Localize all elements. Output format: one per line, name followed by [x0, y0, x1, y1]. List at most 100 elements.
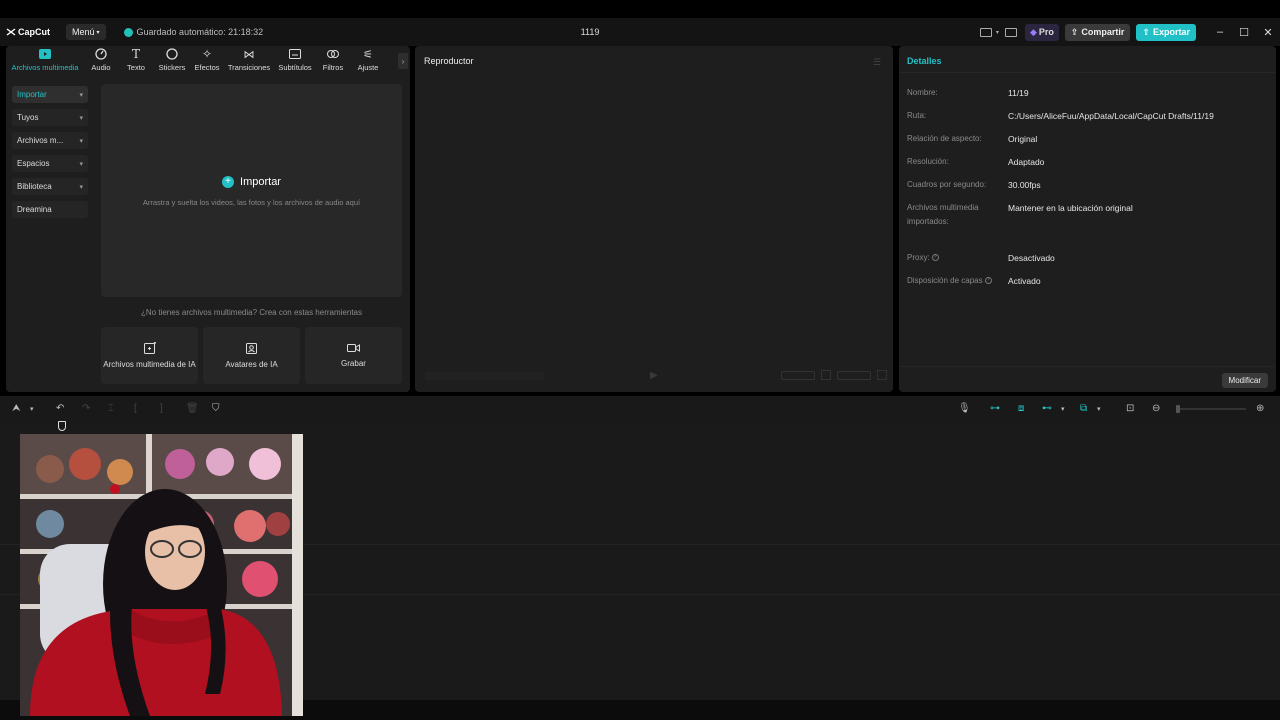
tab-filters[interactable]: Filtros: [316, 46, 350, 76]
crop-icon[interactable]: [821, 370, 831, 380]
quality-dropdown[interactable]: [781, 370, 815, 380]
import-button[interactable]: + Importar: [101, 176, 402, 188]
help-icon[interactable]: ?: [984, 277, 992, 285]
detail-key: Cuadros por segundo:: [907, 180, 987, 189]
sidebar-item-biblioteca[interactable]: Biblioteca ▾: [12, 178, 88, 195]
sidebar-item-tuyos[interactable]: Tuyos ▾: [12, 109, 88, 126]
export-button[interactable]: ⇧ Exportar: [1136, 23, 1196, 41]
layout-icon[interactable]: [979, 27, 992, 37]
play-icon[interactable]: ▶: [650, 370, 658, 381]
sidebar-item-archivos[interactable]: Archivos m... ▾: [12, 132, 88, 149]
fullscreen-icon[interactable]: [877, 370, 887, 380]
tab-label: Audio: [91, 63, 111, 72]
sidebar-item-label: Espacios: [17, 159, 50, 168]
microphone-icon[interactable]: 🎙: [958, 403, 971, 414]
record-card[interactable]: Grabar: [305, 327, 402, 384]
layout-chevron-icon[interactable]: ▾: [996, 29, 999, 36]
playhead-handle[interactable]: [58, 421, 66, 431]
select-cursor-icon[interactable]: ⮝: [12, 403, 21, 414]
chevron-down-icon: ▾: [79, 183, 83, 191]
chevron-down-icon[interactable]: ▾: [30, 405, 34, 413]
sidebar-item-dreamina[interactable]: Dreamina: [12, 201, 88, 218]
media-sidebar: Importar ▾ Tuyos ▾ Archivos m... ▾ Espac…: [12, 86, 88, 224]
text-icon: T: [131, 47, 140, 61]
ai-avatar-icon: [245, 342, 258, 356]
sidebar-item-label: Importar: [17, 90, 47, 99]
pro-label: Pro: [1038, 27, 1054, 37]
tab-adjust[interactable]: ⚟ Ajuste: [350, 46, 386, 76]
tab-transitions[interactable]: ⋈ Transiciones: [224, 46, 274, 76]
trim-right-icon[interactable]: ]: [160, 403, 163, 414]
media-icon: [39, 47, 51, 61]
tab-media[interactable]: Archivos multimedia: [6, 46, 84, 76]
ratio-dropdown[interactable]: [837, 370, 871, 380]
tab-effects[interactable]: ✧ Efectos: [190, 46, 224, 76]
linkage-icon[interactable]: ⊷: [1042, 403, 1052, 414]
ai-media-icon: [143, 341, 156, 356]
plus-icon: +: [222, 176, 235, 188]
trim-left-icon[interactable]: [: [134, 403, 137, 414]
details-footer: Modificar: [899, 366, 1276, 392]
detail-row-proxy: Proxy:? Desactivado: [907, 251, 1267, 265]
import-dropzone[interactable]: + Importar Arrastra y suelta los videos,…: [101, 84, 402, 297]
tab-label: Subtítulos: [278, 63, 312, 72]
detail-value[interactable]: Activado: [1008, 274, 1041, 288]
modify-button[interactable]: Modificar: [1221, 373, 1268, 388]
import-hint: Arrastra y suelta los videos, las fotos …: [142, 198, 361, 207]
detail-value: 30.00fps: [1008, 180, 1041, 190]
sidebar-item-espacios[interactable]: Espacios ▾: [12, 155, 88, 172]
chevron-down-icon: ▾: [79, 91, 83, 99]
tab-label: Ajuste: [357, 63, 379, 72]
adjust-icon: ⚟: [363, 48, 373, 61]
card-label: Archivos multimedia de IA: [103, 360, 196, 369]
detail-key: Archivos multimedia importados:: [907, 203, 979, 226]
caption-icon[interactable]: ⊡: [1126, 403, 1134, 414]
ai-avatar-card[interactable]: Avatares de IA: [203, 327, 300, 384]
details-title: Detalles: [907, 56, 942, 66]
sidebar-item-importar[interactable]: Importar ▾: [12, 86, 88, 103]
tab-stickers[interactable]: Stickers: [154, 46, 190, 76]
detail-value: Adaptado: [1008, 157, 1045, 167]
chevron-right-icon[interactable]: ›: [398, 53, 408, 69]
delete-icon[interactable]: 🗑: [186, 403, 199, 414]
timeline-toolbar: ⮝ ▾ ↶ ↷ ⌶ [ ] 🗑 ⛉ 🎙 ⊶ ⧈ ⊷ ▾ ⧉ ▾ ⊡ ⊖ ⊕: [0, 396, 1280, 422]
minimize-icon[interactable]: –: [1208, 26, 1232, 38]
maximize-icon[interactable]: ☐: [1232, 26, 1256, 39]
split-icon[interactable]: ⌶: [108, 403, 114, 414]
preview-axis-icon[interactable]: ⧉: [1080, 403, 1087, 414]
ai-tool-cards: Archivos multimedia de IA Avatares de IA…: [101, 327, 402, 384]
help-icon[interactable]: ?: [931, 254, 939, 262]
detail-value: 11/19: [1008, 88, 1029, 98]
marker-icon[interactable]: ⛉: [212, 403, 220, 414]
tab-text[interactable]: T Texto: [118, 46, 154, 76]
chevron-down-icon: ▾: [79, 114, 83, 122]
timecode: [425, 372, 545, 380]
detail-value[interactable]: Desactivado: [1008, 251, 1055, 265]
zoom-slider-handle[interactable]: [1176, 405, 1180, 413]
divider: [899, 72, 1276, 73]
shortcuts-icon[interactable]: [1004, 27, 1017, 37]
pro-button[interactable]: ◆ Pro: [1024, 23, 1059, 41]
undo-icon[interactable]: ↶: [56, 403, 64, 414]
media-panel: Archivos multimedia Audio T Texto Sticke…: [6, 46, 410, 392]
tab-subtitles[interactable]: Subtítulos: [274, 46, 316, 76]
zoom-slider[interactable]: [1176, 408, 1246, 410]
close-icon[interactable]: ✕: [1256, 26, 1280, 39]
chevron-down-icon[interactable]: ▾: [1061, 405, 1065, 413]
detail-value: Mantener en la ubicación original: [1008, 203, 1133, 213]
main-track-magnet-icon[interactable]: ⊶: [990, 403, 1000, 414]
share-button[interactable]: ⇪ Compartir: [1064, 23, 1131, 41]
auto-snap-icon[interactable]: ⧈: [1018, 403, 1024, 414]
zoom-out-icon[interactable]: ⊖: [1152, 403, 1160, 414]
redo-icon[interactable]: ↷: [82, 403, 90, 414]
sidebar-item-label: Biblioteca: [17, 182, 52, 191]
zoom-in-icon[interactable]: ⊕: [1256, 403, 1264, 414]
tab-audio[interactable]: Audio: [84, 46, 118, 76]
chevron-down-icon[interactable]: ▾: [1097, 405, 1101, 413]
menu-icon[interactable]: ☰: [873, 57, 881, 68]
ai-media-card[interactable]: Archivos multimedia de IA: [101, 327, 198, 384]
diamond-icon: ◆: [1029, 26, 1037, 37]
webcam-image: [20, 434, 303, 716]
tab-label: Archivos multimedia: [11, 63, 79, 72]
sticker-icon: [166, 47, 178, 61]
